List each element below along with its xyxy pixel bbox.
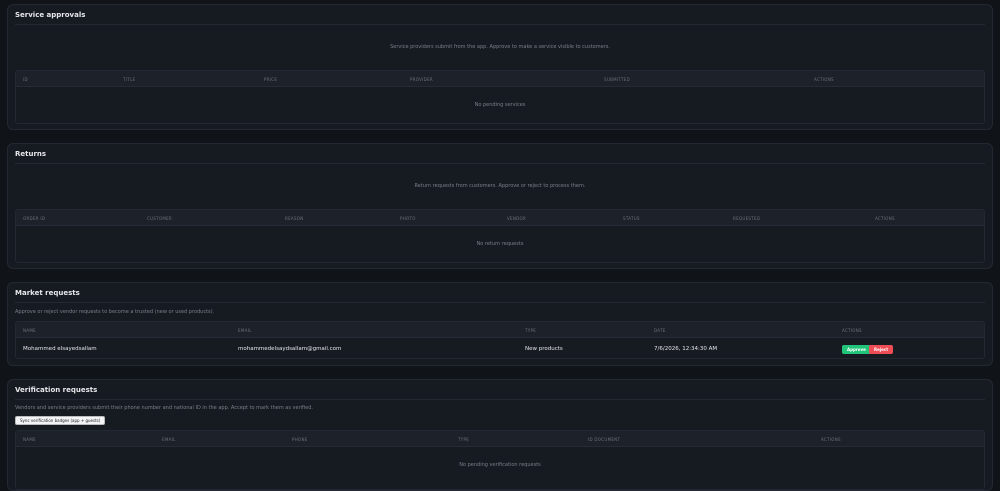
market-requests-card: Market requests Approve or reject vendor… (7, 282, 993, 366)
column-header-customer: CUSTOMER (147, 216, 173, 221)
column-header-submitted: SUBMITTED (604, 77, 630, 82)
returns-table: ORDER ID CUSTOMER REASON PHOTO VENDOR ST… (15, 209, 985, 263)
column-header-type: TYPE (458, 437, 470, 442)
empty-state: No pending services (474, 102, 526, 108)
column-header-actions: ACTIONS (875, 216, 895, 221)
empty-state: No return requests (476, 241, 524, 247)
divider (15, 24, 985, 25)
column-header-id: ID (23, 77, 28, 82)
divider (15, 163, 985, 164)
service-approvals-table: ID TITLE PRICE PROVIDER SUBMITTED ACTION… (15, 70, 985, 124)
verification-requests-title: Verification requests (15, 386, 98, 394)
reject-button[interactable]: Reject (869, 345, 894, 354)
column-header-vendor: VENDOR (507, 216, 527, 221)
column-header-reason: REASON (285, 216, 304, 221)
column-header-status: STATUS (623, 216, 640, 221)
returns-description: Return requests from customers. Approve … (414, 183, 586, 189)
table-header: ID TITLE PRICE PROVIDER SUBMITTED ACTION… (16, 71, 984, 87)
column-header-price: PRICE (264, 77, 278, 82)
table-header: NAME EMAIL TYPE DATE ACTIONS (16, 322, 984, 338)
column-header-name: NAME (23, 328, 36, 333)
column-header-actions: ACTIONS (814, 77, 834, 82)
table-row: Mohammed elsayedsallam mohammedelsaydsal… (16, 339, 984, 358)
returns-card: Returns Return requests from customers. … (7, 143, 993, 269)
returns-title: Returns (15, 150, 47, 158)
cell-date: 7/6/2026, 12:34:30 AM (654, 346, 718, 352)
column-header-name: NAME (23, 437, 36, 442)
approve-button[interactable]: Approve (842, 345, 871, 354)
column-header-requested: REQUESTED (733, 216, 761, 221)
service-approvals-title: Service approvals (15, 11, 86, 19)
market-requests-title: Market requests (15, 289, 80, 297)
column-header-order-id: ORDER ID (23, 216, 46, 221)
table-header: NAME EMAIL PHONE TYPE ID DOCUMENT ACTION… (16, 431, 984, 447)
column-header-id-document: ID DOCUMENT (588, 437, 621, 442)
sync-verification-badges-button[interactable]: Sync verification badges (app + guests) (15, 416, 106, 425)
service-approvals-description: Service providers submit from the app. A… (390, 44, 610, 50)
column-header-actions: ACTIONS (842, 328, 862, 333)
service-approvals-card: Service approvals Service providers subm… (7, 4, 993, 130)
verification-requests-table: NAME EMAIL PHONE TYPE ID DOCUMENT ACTION… (15, 430, 985, 490)
column-header-email: EMAIL (162, 437, 176, 442)
column-header-email: EMAIL (238, 328, 252, 333)
column-header-provider: PROVIDER (410, 77, 433, 82)
market-requests-table: NAME EMAIL TYPE DATE ACTIONS Mohammed el… (15, 321, 985, 359)
verification-requests-description: Vendors and service providers submit the… (15, 405, 314, 411)
divider (15, 399, 985, 400)
column-header-actions: ACTIONS (821, 437, 841, 442)
column-header-title: TITLE (123, 77, 136, 82)
market-requests-description: Approve or reject vendor requests to bec… (15, 309, 215, 315)
column-header-date: DATE (654, 328, 666, 333)
table-header: ORDER ID CUSTOMER REASON PHOTO VENDOR ST… (16, 210, 984, 226)
column-header-type: TYPE (525, 328, 537, 333)
column-header-photo: PHOTO (400, 216, 416, 221)
cell-email: mohammedelsaydsallam@gmail.com (238, 346, 342, 352)
divider (15, 302, 985, 303)
cell-type: New products (525, 346, 563, 352)
empty-state: No pending verification requests (459, 462, 541, 468)
column-header-phone: PHONE (292, 437, 308, 442)
cell-name: Mohammed elsayedsallam (23, 346, 97, 352)
verification-requests-card: Verification requests Vendors and servic… (7, 379, 993, 491)
